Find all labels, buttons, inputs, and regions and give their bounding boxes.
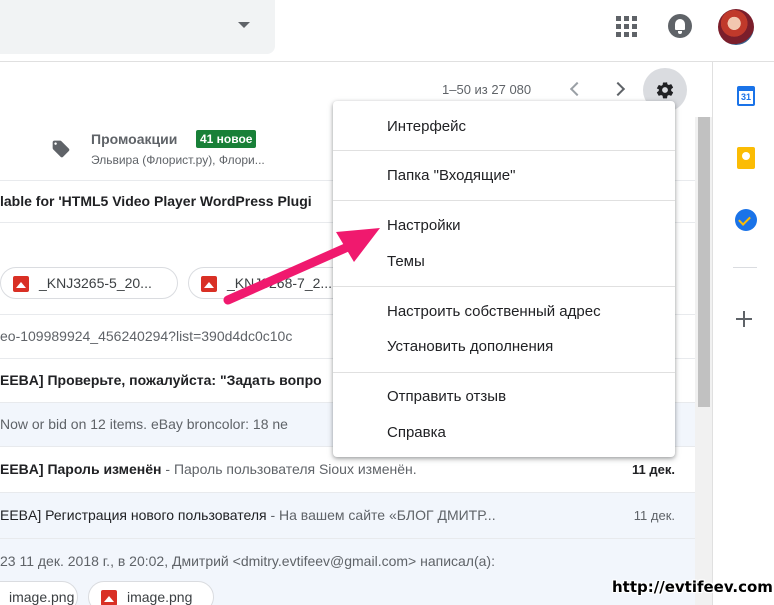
image-icon (13, 276, 29, 292)
table-row[interactable]: 23 11 дек. 2018 г., в 20:02, Дмитрий <dm… (0, 539, 695, 605)
image-icon (101, 590, 117, 605)
avatar[interactable] (718, 9, 754, 45)
scrollbar-thumb[interactable] (698, 117, 710, 407)
row-subject: EEBA] Пароль изменён (0, 461, 162, 477)
attachment-name: image.png (127, 589, 193, 605)
menu-item-interface[interactable]: Интерфейс (387, 118, 466, 135)
tag-icon (52, 140, 70, 158)
menu-item-addons[interactable]: Установить дополнения (387, 338, 553, 355)
new-count-badge: 41 новое (196, 130, 257, 148)
menu-divider (333, 372, 675, 373)
menu-item-help[interactable]: Справка (387, 424, 446, 441)
row-snippet: - На вашем сайте «БЛОГ ДМИТР... (266, 507, 496, 523)
search-options-icon[interactable] (238, 22, 250, 28)
search-box[interactable] (0, 0, 275, 54)
table-row[interactable]: EEBA] Регистрация нового пользователя - … (0, 493, 695, 539)
attachment-name: _KNJ3268-7_2... (227, 275, 333, 291)
image-icon (201, 276, 217, 292)
calendar-icon[interactable]: 31 (737, 86, 755, 106)
apps-icon[interactable] (615, 15, 637, 37)
menu-divider (333, 150, 675, 151)
row-subject: lable for 'HTML5 Video Player WordPress … (0, 193, 312, 209)
attachment-chip[interactable]: _KNJ3265-5_20... (0, 267, 178, 299)
row-subject: EEBA] Регистрация нового пользователя (0, 507, 267, 523)
row-subject: EEBA] Проверьте, пожалуйста: "Задать воп… (0, 372, 322, 388)
row-snippet: - Пароль пользователя Sioux изменён. (161, 461, 417, 477)
attachment-name: _KNJ3265-5_20... (39, 275, 152, 291)
menu-divider (333, 286, 675, 287)
attachment-chip[interactable]: image.png (88, 581, 214, 605)
settings-menu: Интерфейс Папка "Входящие" Настройки Тем… (333, 101, 675, 457)
menu-divider (333, 200, 675, 201)
row-snippet: 23 11 дек. 2018 г., в 20:02, Дмитрий <dm… (0, 553, 495, 569)
row-date: 11 дек. (633, 508, 675, 523)
plus-icon[interactable] (735, 310, 753, 328)
menu-item-inbox-folder[interactable]: Папка "Входящие" (387, 167, 515, 184)
attachment-name: image.png (9, 589, 75, 605)
top-bar (0, 0, 774, 62)
menu-item-themes[interactable]: Темы (387, 253, 425, 270)
category-title: Промоакции (91, 131, 178, 147)
menu-item-custom-address[interactable]: Настроить собственный адрес (387, 303, 601, 320)
gear-icon (656, 82, 674, 99)
row-date: 11 дек. (632, 462, 675, 477)
keep-icon[interactable] (737, 147, 755, 169)
category-senders: Эльвира (Флорист.ру), Флори... (91, 153, 265, 167)
side-divider (733, 267, 757, 268)
pager-range: 1–50 из 27 080 (442, 82, 532, 97)
side-panel: 31 (712, 62, 774, 605)
menu-item-feedback[interactable]: Отправить отзыв (387, 388, 506, 405)
row-snippet: eo-109989924_456240294?list=390d4dc0c10c (0, 328, 293, 344)
bell-icon[interactable] (668, 14, 692, 38)
attachment-chip[interactable]: image.png (0, 581, 78, 605)
tasks-icon[interactable] (735, 209, 757, 231)
menu-item-settings[interactable]: Настройки (387, 217, 461, 234)
row-snippet: Now or bid on 12 items. eBay broncolor: … (0, 416, 288, 432)
watermark: http://evtifeev.com (612, 578, 773, 596)
